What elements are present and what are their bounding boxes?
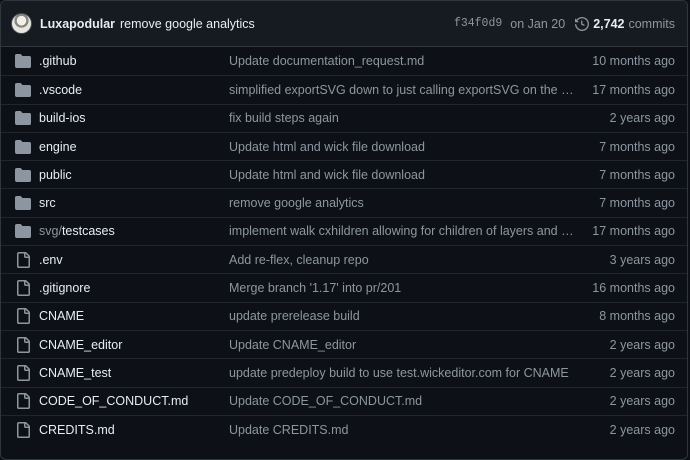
file-name: .gitignore: [39, 281, 91, 296]
file-icon: [15, 280, 31, 297]
file-icon: [15, 364, 31, 381]
commit-age: 2 years ago: [609, 111, 675, 126]
commit-message-link[interactable]: update predeploy build to use test.wicke…: [229, 366, 610, 380]
file-name-link[interactable]: CREDITS.md: [39, 423, 229, 437]
commit-message-link[interactable]: implement walk cxhildren allowing for ch…: [229, 224, 592, 238]
commit-age: 2 years ago: [609, 365, 675, 380]
commit-message-link[interactable]: Update html and wick file download: [229, 168, 599, 182]
file-icon: [15, 336, 31, 353]
file-name: engine: [39, 139, 77, 154]
commit-age: 2 years ago: [609, 422, 675, 437]
commit-age: 16 months ago: [592, 281, 675, 296]
file-row[interactable]: .gitignore Merge branch '1.17' into pr/20…: [1, 273, 687, 301]
file-name: build-ios: [39, 111, 86, 126]
commit-age: 2 years ago: [609, 394, 675, 409]
file-row[interactable]: .github Update documentation_request.md 10…: [1, 47, 687, 75]
file-name-link[interactable]: .env: [39, 253, 229, 267]
commit-age: 17 months ago: [592, 82, 675, 97]
file-name: .vscode: [39, 82, 83, 97]
file-name: CREDITS.md: [39, 422, 115, 437]
commit-message-link[interactable]: Update html and wick file download: [229, 140, 599, 154]
file-row[interactable]: svg/testcases implement walk cxhildren al…: [1, 216, 687, 245]
file-icon: [15, 393, 31, 410]
file-row[interactable]: public Update html and wick file download…: [1, 160, 687, 188]
file-name-link[interactable]: .github: [39, 54, 229, 68]
file-name: src: [39, 196, 56, 211]
file-name-link[interactable]: CNAME: [39, 309, 229, 323]
commit-sha-link[interactable]: f34f0d9: [454, 17, 502, 30]
commit-message-link[interactable]: fix build steps again: [229, 111, 610, 125]
commit-author-link[interactable]: Luxapodular: [40, 17, 115, 31]
file-icon: [15, 308, 31, 325]
file-name: CNAME_editor: [39, 337, 123, 352]
file-row[interactable]: build-ios fix build steps again 2 years ag…: [1, 103, 687, 132]
file-name-link[interactable]: CODE_OF_CONDUCT.md: [39, 394, 229, 408]
folder-icon: [15, 223, 31, 239]
commit-date: on Jan 20: [510, 16, 566, 31]
file-row[interactable]: .vscode simplified exportSVG down to just…: [1, 75, 687, 103]
folder-icon: [15, 139, 31, 155]
latest-commit-header: Luxapodular remove google analytics f34f…: [1, 1, 687, 47]
file-name-link[interactable]: public: [39, 168, 229, 182]
folder-icon: [15, 167, 31, 183]
commit-meta: f34f0d9 on Jan 20 2,742 commits: [454, 16, 675, 31]
folder-icon: [15, 195, 31, 211]
file-name-link[interactable]: .vscode: [39, 83, 229, 97]
commit-age: 8 months ago: [599, 309, 675, 324]
commit-message-link[interactable]: Update CODE_OF_CONDUCT.md: [229, 394, 610, 408]
file-name: public: [39, 167, 72, 182]
commit-message-link[interactable]: remove google analytics: [229, 196, 599, 210]
file-name-link[interactable]: CNAME_test: [39, 366, 229, 380]
folder-icon: [15, 82, 31, 98]
path-prefix: svg/: [39, 224, 62, 239]
commit-message-link[interactable]: Update CNAME_editor: [229, 338, 610, 352]
commit-message-link[interactable]: remove google analytics: [120, 17, 255, 31]
file-row[interactable]: CREDITS.md Update CREDITS.md 2 years ago: [1, 414, 687, 443]
commit-message-link[interactable]: update prerelease build: [229, 309, 599, 323]
file-name: CNAME_test: [39, 365, 112, 380]
file-list-box: Luxapodular remove google analytics f34f…: [0, 0, 688, 460]
file-name-link[interactable]: build-ios: [39, 111, 229, 125]
commits-link[interactable]: 2,742 commits: [575, 16, 675, 31]
file-name: CODE_OF_CONDUCT.md: [39, 394, 189, 409]
commit-age: 7 months ago: [599, 196, 675, 211]
commit-message-link[interactable]: simplified exportSVG down to just callin…: [229, 83, 592, 97]
file-name-link[interactable]: engine: [39, 140, 229, 154]
file-row[interactable]: CNAME update prerelease build 8 months ago: [1, 301, 687, 330]
commits-label: commits: [628, 16, 675, 31]
file-rows: .github Update documentation_request.md 10…: [1, 47, 687, 443]
folder-icon: [15, 110, 31, 126]
commit-message-link[interactable]: Update CREDITS.md: [229, 423, 610, 437]
avatar[interactable]: [11, 13, 32, 34]
commit-age: 7 months ago: [599, 139, 675, 154]
commit-age: 2 years ago: [609, 337, 675, 352]
folder-icon: [15, 53, 31, 69]
file-icon: [15, 251, 31, 268]
file-row[interactable]: .env Add re-flex, cleanup repo 3 years ago: [1, 245, 687, 273]
file-row[interactable]: engine Update html and wick file download…: [1, 131, 687, 160]
commit-age: 7 months ago: [599, 167, 675, 182]
commit-message-link[interactable]: Merge branch '1.17' into pr/201: [229, 281, 592, 295]
commit-count: 2,742: [593, 16, 625, 31]
commit-message-link[interactable]: Add re-flex, cleanup repo: [229, 253, 610, 267]
commit-age: 3 years ago: [609, 252, 675, 267]
file-name: .env: [39, 252, 63, 267]
file-name-link[interactable]: .gitignore: [39, 281, 229, 295]
file-name-link[interactable]: CNAME_editor: [39, 338, 229, 352]
file-name: CNAME: [39, 309, 85, 324]
history-icon: [575, 16, 590, 31]
file-icon: [15, 421, 31, 438]
commit-message-link[interactable]: Update documentation_request.md: [229, 54, 592, 68]
file-row[interactable]: CNAME_editor Update CNAME_editor 2 years a…: [1, 329, 687, 358]
file-row[interactable]: CNAME_test update predeploy build to use …: [1, 358, 687, 386]
commit-age: 17 months ago: [592, 224, 675, 239]
file-name-link[interactable]: src: [39, 196, 229, 210]
commit-age: 10 months ago: [592, 54, 675, 69]
file-name: testcases: [61, 224, 115, 239]
file-name-link[interactable]: svg/testcases: [39, 224, 229, 238]
file-row[interactable]: CODE_OF_CONDUCT.md Update CODE_OF_CONDUCT…: [1, 386, 687, 415]
file-row[interactable]: src remove google analytics 7 months ago: [1, 188, 687, 216]
file-name: .github: [39, 54, 77, 69]
